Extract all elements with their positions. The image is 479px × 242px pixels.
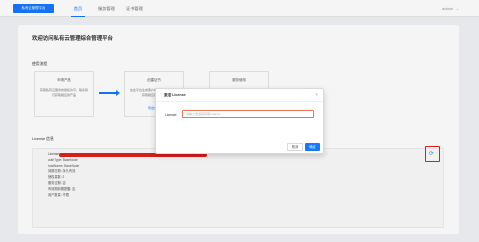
dialog-title: 激活 License xyxy=(164,93,186,97)
close-icon[interactable]: × xyxy=(315,92,318,98)
license-input[interactable] xyxy=(182,110,314,118)
license-field-label: License: xyxy=(165,113,178,117)
cancel-button[interactable]: 取消 xyxy=(287,143,303,151)
ok-button[interactable]: 确定 xyxy=(305,143,320,151)
dialog-header: 激活 License × xyxy=(156,89,323,102)
activate-license-dialog: 激活 License × License: 取消 确定 xyxy=(155,88,324,154)
